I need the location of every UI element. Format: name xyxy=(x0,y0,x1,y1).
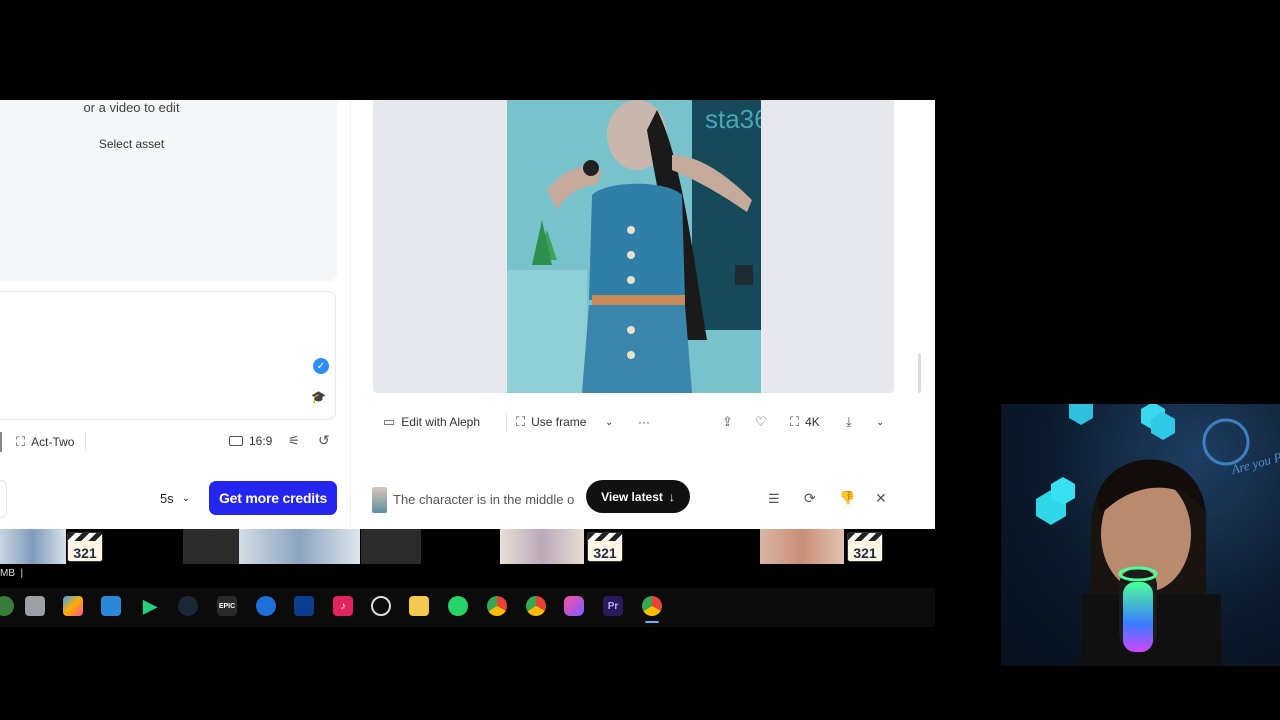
download-button[interactable]: ⤓ xyxy=(846,408,852,436)
panel-divider xyxy=(350,100,351,529)
heart-icon: ♡ xyxy=(755,414,767,429)
copilot-icon[interactable] xyxy=(63,596,83,616)
more-options-button[interactable]: ··· xyxy=(638,408,650,436)
clapperboard-icon: 321 xyxy=(847,532,883,562)
clip-badge: 321 xyxy=(853,545,877,561)
thumbs-down-icon[interactable]: 👎 xyxy=(839,490,855,506)
timeline-thumbnail[interactable] xyxy=(500,529,584,564)
edit-with-aleph-button[interactable]: ▭ Edit with Aleph xyxy=(383,408,480,436)
list-icon[interactable]: ☰ xyxy=(768,491,780,507)
chrome-icon[interactable] xyxy=(487,596,507,616)
more-icon: ··· xyxy=(638,415,650,429)
app-window: or a video to edit Select asset ✓ 🎓 ⛶ Ac… xyxy=(0,100,935,529)
edit-with-aleph-label: Edit with Aleph xyxy=(401,415,481,429)
battlenet-icon[interactable] xyxy=(256,596,276,616)
use-frame-dropdown[interactable]: ⌄ xyxy=(605,408,613,436)
generated-video[interactable]: sta360 xyxy=(507,100,761,393)
download-icon: ⤓ xyxy=(846,414,852,429)
divider xyxy=(0,432,2,452)
view-latest-label: View latest xyxy=(601,489,663,504)
timeline-thumbnail[interactable] xyxy=(760,529,844,564)
duration-select[interactable]: 5s ⌄ xyxy=(150,481,200,515)
scrollbar[interactable] xyxy=(918,353,921,393)
upscale-icon: ⛶ xyxy=(790,414,800,429)
steam-icon[interactable] xyxy=(178,596,198,616)
timeline-strip: 321 321 321 xyxy=(0,529,935,564)
aspect-ratio-button[interactable]: 16:9 xyxy=(229,434,272,448)
select-asset-button[interactable]: Select asset xyxy=(0,137,263,151)
divider xyxy=(506,412,507,432)
timeline-thumbnail[interactable] xyxy=(361,529,421,564)
share-button[interactable]: ⇪ xyxy=(722,408,733,436)
task-view-icon[interactable] xyxy=(25,596,45,616)
upload-hint: or a video to edit xyxy=(83,100,180,115)
clock-app-icon[interactable] xyxy=(371,596,391,616)
chevron-down-icon: ⌄ xyxy=(876,416,885,428)
prompt-input[interactable]: ✓ 🎓 xyxy=(0,291,336,420)
favorite-button[interactable]: ♡ xyxy=(755,408,767,436)
clip-badge: 321 xyxy=(593,545,617,561)
webcam-sign-text: Are you Player? xyxy=(1229,440,1280,477)
whatsapp-icon[interactable] xyxy=(448,596,468,616)
timeline-thumbnail[interactable] xyxy=(0,529,66,564)
aspect-ratio-icon xyxy=(229,436,243,446)
clapperboard-icon: 321 xyxy=(587,532,623,562)
chrome-icon[interactable] xyxy=(526,596,546,616)
game-launcher-icon[interactable]: ▶ xyxy=(140,596,160,616)
generation-options: ⛶ Act-Two 16:9 ⚟ ↺ xyxy=(0,430,340,454)
clapperboard-icon: 321 xyxy=(67,532,103,562)
chevron-down-icon: ⌄ xyxy=(181,492,191,504)
close-icon[interactable]: ✕ xyxy=(875,490,887,507)
use-frame-label: Use frame xyxy=(531,415,587,429)
aspect-ratio-label: 16:9 xyxy=(249,434,273,448)
face-scan-icon: ⛶ xyxy=(16,434,26,449)
timeline-thumbnail[interactable] xyxy=(183,529,239,564)
windows-taskbar: ▶ EPIC ♪ Pr xyxy=(0,588,935,627)
video-frame-image: sta360 xyxy=(507,100,761,393)
chevron-down-icon: ⌄ xyxy=(605,416,614,428)
prompt-text[interactable]: The character is in the middle o xyxy=(393,492,574,507)
upscale-4k-button[interactable]: ⛶ 4K xyxy=(790,408,820,436)
asset-upload-area[interactable]: or a video to edit Select asset xyxy=(0,100,337,281)
premiere-pro-icon[interactable]: Pr xyxy=(603,596,623,616)
photo-app-icon[interactable] xyxy=(564,596,584,616)
check-icon[interactable]: ✓ xyxy=(313,358,329,374)
view-latest-button[interactable]: View latest ↓ xyxy=(586,480,690,513)
download-dropdown[interactable]: ⌄ xyxy=(876,408,884,436)
divider xyxy=(85,432,86,452)
watermark-text: sta360 xyxy=(705,104,761,134)
start-icon[interactable] xyxy=(0,596,14,616)
active-app-indicator xyxy=(645,621,659,623)
get-more-credits-button[interactable]: Get more credits xyxy=(209,481,337,515)
use-frame-button[interactable]: ⛶ Use frame xyxy=(516,408,586,436)
epic-games-icon[interactable]: EPIC xyxy=(217,596,237,616)
upscale-4k-label: 4K xyxy=(805,415,820,429)
frame-icon: ⛶ xyxy=(516,414,526,429)
arrow-down-icon: ↓ xyxy=(668,489,675,504)
webcam-overlay: Are you Player? xyxy=(1001,404,1280,666)
settings-sliders-icon[interactable]: ⚟ xyxy=(288,433,300,449)
file-explorer-icon[interactable] xyxy=(409,596,429,616)
reset-icon[interactable]: ↺ xyxy=(318,432,330,449)
clip-badge: 321 xyxy=(73,545,97,561)
tiktok-icon[interactable]: ♪ xyxy=(333,596,353,616)
chrome-icon[interactable] xyxy=(642,596,662,616)
timeline-thumbnail[interactable] xyxy=(239,529,360,564)
share-icon: ⇪ xyxy=(722,414,733,429)
duration-label: 5s xyxy=(159,490,174,506)
webcam-image: Are you Player? xyxy=(1036,404,1280,666)
store-icon[interactable] xyxy=(101,596,121,616)
video-camera-icon: ▭ xyxy=(383,414,396,429)
graduation-cap-icon[interactable]: 🎓 xyxy=(311,390,326,404)
generation-thumbnail[interactable] xyxy=(372,487,387,513)
video-toolbar: ▭ Edit with Aleph ⛶ Use frame ⌄ ··· ⇪ ♡ … xyxy=(373,408,896,436)
regenerate-icon[interactable]: ⟳ xyxy=(804,490,816,507)
act-two-label: Act-Two xyxy=(31,435,75,449)
playstation-icon[interactable] xyxy=(294,596,314,616)
status-bar-text: MB | xyxy=(0,568,24,579)
act-two-button[interactable]: ⛶ Act-Two xyxy=(16,434,74,450)
input-edge xyxy=(0,480,7,518)
